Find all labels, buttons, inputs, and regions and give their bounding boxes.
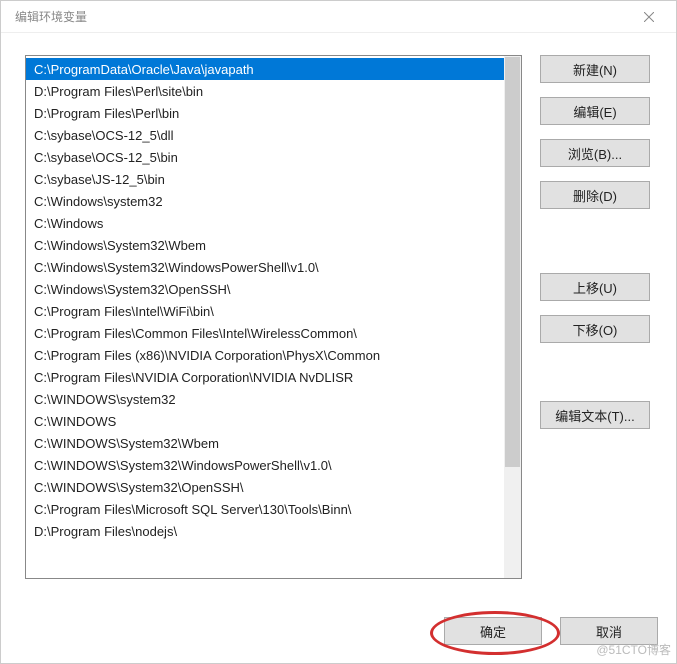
list-item[interactable]: D:\Program Files\Perl\site\bin <box>26 80 521 102</box>
list-item[interactable]: C:\WINDOWS\system32 <box>26 388 521 410</box>
list-item[interactable]: C:\sybase\OCS-12_5\dll <box>26 124 521 146</box>
side-button-column: 新建(N) 编辑(E) 浏览(B)... 删除(D) 上移(U) 下移(O) 编… <box>540 55 650 607</box>
list-item[interactable]: C:\Windows\System32\Wbem <box>26 234 521 256</box>
list-item[interactable]: C:\Program Files\Common Files\Intel\Wire… <box>26 322 521 344</box>
new-button[interactable]: 新建(N) <box>540 55 650 83</box>
list-item[interactable]: C:\Windows\System32\OpenSSH\ <box>26 278 521 300</box>
list-item[interactable]: D:\Program Files\Perl\bin <box>26 102 521 124</box>
scroll-thumb[interactable] <box>505 57 520 467</box>
delete-button[interactable]: 删除(D) <box>540 181 650 209</box>
list-item[interactable]: C:\WINDOWS\System32\WindowsPowerShell\v1… <box>26 454 521 476</box>
titlebar: 编辑环境变量 <box>1 1 676 33</box>
bottom-bar: 确定 取消 <box>1 617 676 663</box>
move-down-button[interactable]: 下移(O) <box>540 315 650 343</box>
list-item[interactable]: C:\Windows\System32\WindowsPowerShell\v1… <box>26 256 521 278</box>
list-item[interactable]: C:\Program Files (x86)\NVIDIA Corporatio… <box>26 344 521 366</box>
list-item[interactable]: C:\WINDOWS\System32\Wbem <box>26 432 521 454</box>
content-area: C:\ProgramData\Oracle\Java\javapathD:\Pr… <box>1 33 676 617</box>
list-item[interactable]: C:\Windows\system32 <box>26 190 521 212</box>
list-item[interactable]: C:\WINDOWS <box>26 410 521 432</box>
list-item[interactable]: C:\sybase\OCS-12_5\bin <box>26 146 521 168</box>
env-var-dialog: 编辑环境变量 C:\ProgramData\Oracle\Java\javapa… <box>0 0 677 664</box>
move-up-button[interactable]: 上移(U) <box>540 273 650 301</box>
path-listbox[interactable]: C:\ProgramData\Oracle\Java\javapathD:\Pr… <box>25 55 522 579</box>
edit-text-button[interactable]: 编辑文本(T)... <box>540 401 650 429</box>
close-icon <box>644 12 654 22</box>
list-item[interactable]: C:\Program Files\Microsoft SQL Server\13… <box>26 498 521 520</box>
list-item[interactable]: C:\Program Files\NVIDIA Corporation\NVID… <box>26 366 521 388</box>
list-item[interactable]: C:\Windows <box>26 212 521 234</box>
dialog-title: 编辑环境变量 <box>15 8 87 25</box>
browse-button[interactable]: 浏览(B)... <box>540 139 650 167</box>
watermark: @51CTO博客 <box>596 641 671 658</box>
edit-button[interactable]: 编辑(E) <box>540 97 650 125</box>
close-button[interactable] <box>632 3 666 31</box>
list-item[interactable]: C:\ProgramData\Oracle\Java\javapath <box>26 58 521 80</box>
ok-button[interactable]: 确定 <box>444 617 542 645</box>
list-item[interactable]: D:\Program Files\nodejs\ <box>26 520 521 542</box>
list-item[interactable]: C:\sybase\JS-12_5\bin <box>26 168 521 190</box>
scrollbar[interactable] <box>504 56 521 578</box>
list-item[interactable]: C:\WINDOWS\System32\OpenSSH\ <box>26 476 521 498</box>
list-item[interactable]: C:\Program Files\Intel\WiFi\bin\ <box>26 300 521 322</box>
